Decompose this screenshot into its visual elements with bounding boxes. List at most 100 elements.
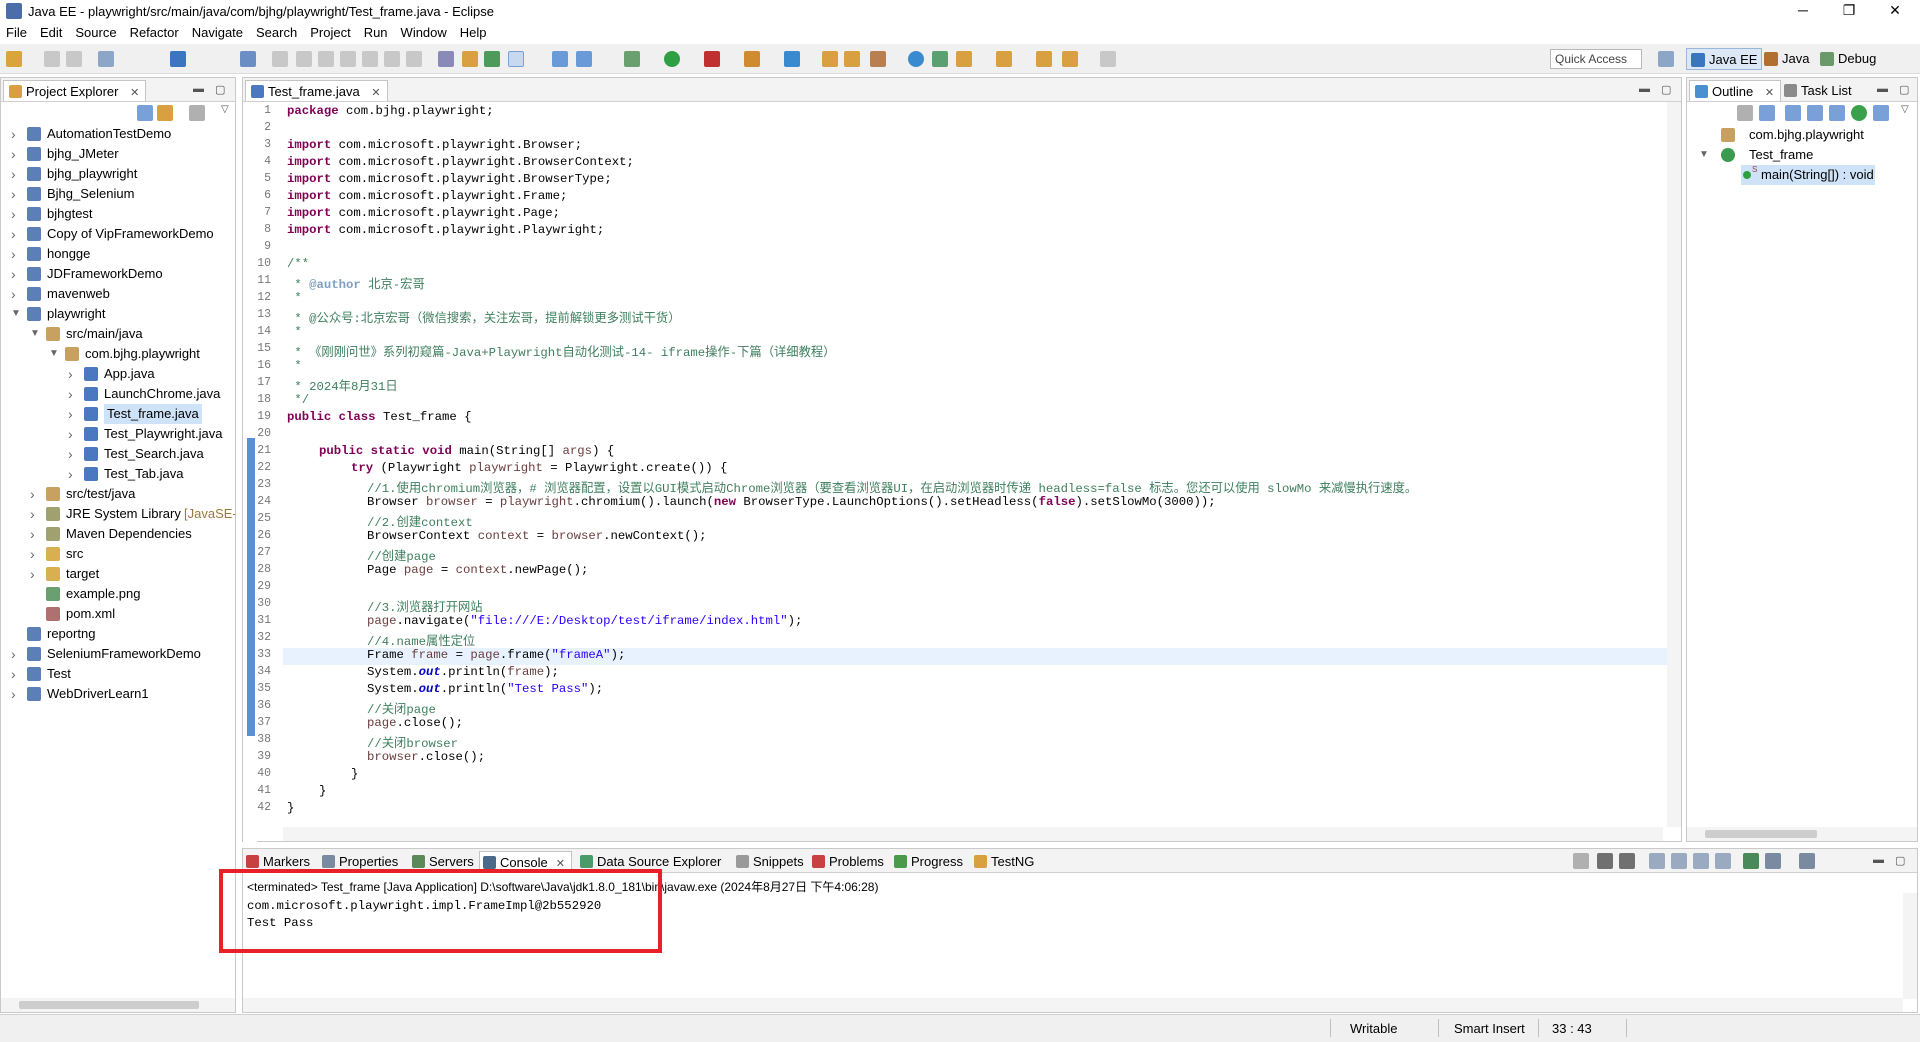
terminate-icon[interactable] — [318, 51, 334, 67]
collapsed-arrow-icon[interactable]: › — [11, 144, 21, 164]
back-icon[interactable] — [1062, 51, 1078, 67]
collapsed-arrow-icon[interactable]: › — [11, 204, 21, 224]
menu-run[interactable]: Run — [364, 25, 388, 40]
tab-task-list[interactable]: Task List — [1781, 80, 1856, 101]
collapsed-arrow-icon[interactable]: › — [11, 264, 21, 284]
hide-fields-icon[interactable] — [1785, 105, 1801, 121]
drop-to-frame-icon[interactable] — [438, 51, 454, 67]
quick-access-field[interactable]: Quick Access — [1550, 49, 1642, 69]
tree-item[interactable]: › Test_Tab.java — [1, 464, 235, 484]
perspective-java-ee[interactable]: Java EE — [1686, 48, 1763, 70]
minimize-view-icon[interactable]: ▬ — [193, 83, 204, 95]
maximize-bottom-icon[interactable]: ▢ — [1895, 854, 1905, 867]
tree-item[interactable]: › mavenweb — [1, 284, 235, 304]
filter-icon[interactable] — [189, 105, 205, 121]
tree-item[interactable]: › Test_Search.java — [1, 444, 235, 464]
display-console-icon[interactable] — [1765, 853, 1781, 869]
tree-item[interactable]: › Test — [1, 664, 235, 684]
hide-local-types-icon[interactable] — [1851, 105, 1867, 121]
collapsed-arrow-icon[interactable]: › — [68, 464, 78, 484]
print-icon[interactable] — [98, 51, 114, 67]
remove-launch-icon[interactable] — [1597, 853, 1613, 869]
collapsed-arrow-icon[interactable]: › — [68, 384, 78, 404]
link-outline-icon[interactable] — [1873, 105, 1889, 121]
tree-item[interactable]: › JRE System Library[JavaSE-1. — [1, 504, 235, 524]
tree-item[interactable]: ▼ com.bjhg.playwright — [1, 344, 235, 364]
collapsed-arrow-icon[interactable]: › — [30, 544, 40, 564]
close-editor-tab-icon[interactable]: ✕ — [371, 87, 380, 99]
save-all-icon[interactable] — [66, 51, 82, 67]
minimize-editor-icon[interactable]: ▬ — [1639, 83, 1650, 95]
tree-item[interactable]: › bjhg_playwright — [1, 164, 235, 184]
collapsed-arrow-icon[interactable]: › — [11, 644, 21, 664]
web-browser-icon[interactable] — [908, 51, 924, 67]
word-wrap-icon[interactable] — [1671, 853, 1687, 869]
close-outline-tab-icon[interactable]: ✕ — [1765, 87, 1774, 99]
tree-item[interactable]: › bjhgtest — [1, 204, 235, 224]
resume-icon[interactable] — [272, 51, 288, 67]
use-step-filters-icon[interactable] — [462, 51, 478, 67]
show-on-output-icon[interactable] — [1693, 853, 1709, 869]
tree-item[interactable]: › src — [1, 544, 235, 564]
tree-item[interactable]: › bjhg_JMeter — [1, 144, 235, 164]
tree-item[interactable]: › SeleniumFrameworkDemo — [1, 644, 235, 664]
menu-file[interactable]: File — [6, 25, 27, 40]
tab-problems[interactable]: Problems — [809, 851, 888, 872]
search-icon[interactable] — [870, 51, 886, 67]
collapsed-arrow-icon[interactable]: › — [11, 224, 21, 244]
tab-testng[interactable]: TestNG — [971, 851, 1038, 872]
step-into-icon[interactable] — [362, 51, 378, 67]
toggle-mark-occurrences-icon[interactable] — [484, 51, 500, 67]
collapsed-arrow-icon[interactable]: › — [30, 484, 40, 504]
open-perspective-icon[interactable] — [1658, 51, 1674, 67]
tree-item[interactable]: ▼ src/main/java — [1, 324, 235, 344]
tree-item[interactable]: › WebDriverLearn1 — [1, 684, 235, 704]
collapse-outline-icon[interactable] — [1759, 105, 1775, 121]
show-whitespace-icon[interactable] — [552, 51, 568, 67]
menu-refactor[interactable]: Refactor — [130, 25, 179, 40]
suspend-icon[interactable] — [296, 51, 312, 67]
collapsed-arrow-icon[interactable]: › — [11, 124, 21, 144]
menu-source[interactable]: Source — [75, 25, 116, 40]
outline-method[interactable]: S main(String[]) : void — [1741, 165, 1875, 185]
tree-item[interactable]: › AutomationTestDemo — [1, 124, 235, 144]
remove-all-terminated-icon[interactable] — [1619, 853, 1635, 869]
menu-window[interactable]: Window — [401, 25, 447, 40]
terminal-icon[interactable] — [170, 51, 186, 67]
run-icon[interactable] — [664, 51, 680, 67]
disconnect-icon[interactable] — [340, 51, 356, 67]
maximize-view-icon[interactable]: ▢ — [215, 83, 225, 96]
collapsed-arrow-icon[interactable]: › — [11, 164, 21, 184]
menu-navigate[interactable]: Navigate — [192, 25, 243, 40]
collapse-all-icon[interactable] — [137, 105, 153, 121]
view-menu-icon[interactable]: ▽ — [221, 104, 229, 115]
editor-hscrollbar[interactable] — [283, 827, 1663, 841]
menu-help[interactable]: Help — [460, 25, 487, 40]
restore-button[interactable]: ❐ — [1826, 0, 1872, 22]
tree-item[interactable]: › Bjhg_Selenium — [1, 184, 235, 204]
outline-hscroll-thumb[interactable] — [1705, 830, 1817, 838]
perspective-java[interactable]: Java — [1760, 48, 1813, 70]
collapsed-arrow-icon[interactable]: › — [30, 504, 40, 524]
tab-progress[interactable]: Progress — [891, 851, 967, 872]
collapsed-arrow-icon[interactable]: › — [68, 424, 78, 444]
code-area[interactable]: 1 2 3 4 5 6 7 8 9 10 11 12 13 14 15 16 17 18 19 20 21 22 23 24 2… — [243, 102, 1669, 827]
tree-item[interactable]: example.png — [1, 584, 235, 604]
tree-item[interactable]: › hongge — [1, 244, 235, 264]
close-window-button[interactable]: ✕ — [1872, 0, 1918, 22]
tree-item[interactable]: › target — [1, 564, 235, 584]
tree-item[interactable]: reportng — [1, 624, 235, 644]
tree-item[interactable]: pom.xml — [1, 604, 235, 624]
tree-item[interactable]: › src/test/java — [1, 484, 235, 504]
expand-arrow-icon[interactable]: ▼ — [1699, 145, 1709, 165]
maximize-editor-icon[interactable]: ▢ — [1661, 83, 1671, 96]
console-vscrollbar[interactable] — [1903, 893, 1917, 999]
tree-item[interactable]: › App.java — [1, 364, 235, 384]
hide-static-icon[interactable] — [1807, 105, 1823, 121]
coverage-icon[interactable] — [704, 51, 720, 67]
collapsed-arrow-icon[interactable]: › — [11, 244, 21, 264]
pin-console-icon[interactable] — [1743, 853, 1759, 869]
menu-search[interactable]: Search — [256, 25, 297, 40]
menu-project[interactable]: Project — [310, 25, 350, 40]
editor-vscrollbar[interactable] — [1667, 102, 1681, 827]
